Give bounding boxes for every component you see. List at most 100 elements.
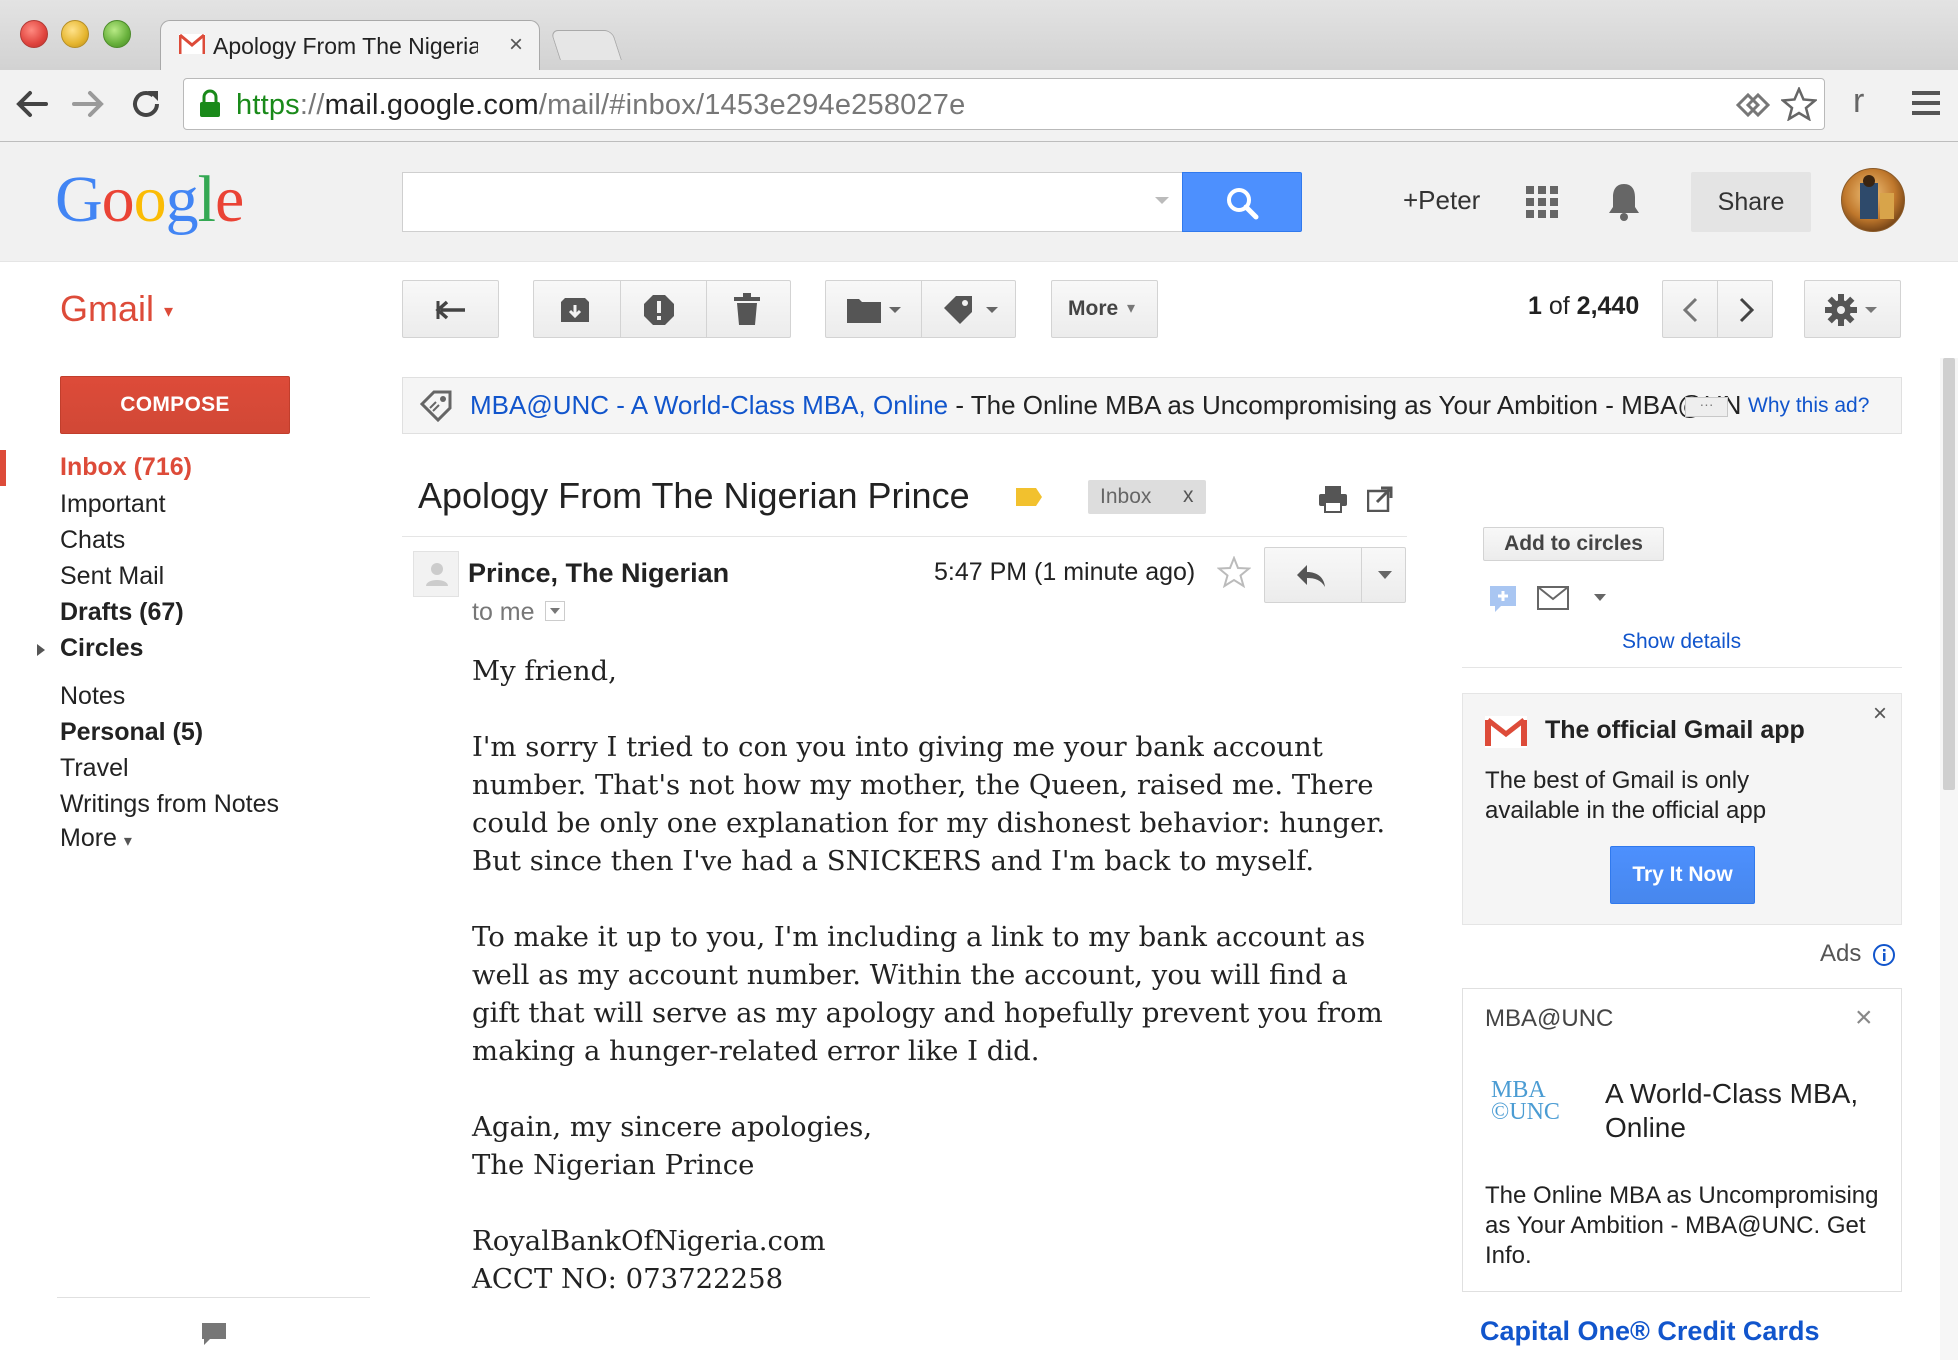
label-chip-text: Inbox [1100, 485, 1152, 508]
gmail-app-promo-card: The official Gmail app The best of Gmail… [1462, 693, 1902, 925]
add-to-circles-button[interactable]: Add to circles [1483, 527, 1664, 561]
bell-icon[interactable] [1606, 181, 1642, 221]
tab-close-icon[interactable]: × [509, 31, 523, 59]
logo-letter: e [215, 163, 244, 236]
why-this-ad-link[interactable]: Why this ad? [1748, 394, 1869, 418]
body-closing: Again, my sincere apologies, The Nigeria… [472, 1108, 1392, 1184]
open-new-window-icon[interactable] [1367, 486, 1393, 512]
browser-toolbar: https://mail.google.com/mail/#inbox/1453… [0, 70, 1958, 142]
info-icon[interactable] [1872, 943, 1896, 967]
add-contact-icon[interactable] [1489, 585, 1519, 613]
print-icon[interactable] [1318, 485, 1348, 513]
body-line: gift that will serve as my apology and h… [472, 997, 1383, 1029]
sender-avatar[interactable] [413, 551, 459, 597]
nav-item-drafts[interactable]: Drafts (67) [60, 598, 184, 627]
logo-letter: o [133, 163, 167, 236]
label-remove-icon[interactable]: x [1183, 484, 1194, 508]
next-ad-title-link[interactable]: Capital One® Credit Cards [1480, 1316, 1819, 1347]
nav-item-travel[interactable]: Travel [60, 754, 129, 783]
importance-marker-icon[interactable] [1014, 486, 1044, 508]
ad-expand-button[interactable]: ··· [1685, 397, 1728, 417]
ad-banner[interactable]: MBA@UNC - A World-Class MBA, Online - Th… [402, 377, 1902, 434]
folder-icon[interactable] [847, 297, 903, 323]
ad-banner-link[interactable]: MBA@UNC - A World-Class MBA, Online [470, 390, 948, 420]
label-icon[interactable] [942, 294, 1002, 326]
trash-icon[interactable] [734, 293, 760, 325]
nav-item-circles[interactable]: Circles [60, 634, 143, 663]
show-details-link[interactable]: Show details [1622, 630, 1741, 654]
nav-item-inbox[interactable]: Inbox (716) [60, 453, 192, 482]
archive-icon[interactable] [559, 296, 591, 324]
extension-r-icon[interactable]: r [1853, 82, 1864, 121]
sender-name[interactable]: Prince, The Nigerian [468, 558, 729, 589]
bookmark-star-icon[interactable] [1781, 87, 1817, 121]
ad-logo-line: ©UNC [1491, 1099, 1560, 1125]
label-chip[interactable]: Inbox x [1088, 480, 1206, 514]
window-maximize-button[interactable] [103, 20, 131, 48]
count-total: 2,440 [1576, 292, 1640, 320]
chat-icon[interactable] [200, 1321, 228, 1347]
app-promo-title: The official Gmail app [1545, 716, 1805, 744]
search-button[interactable] [1182, 172, 1302, 232]
recipient-line: to me [472, 598, 566, 627]
nav-item-writings-from-notes[interactable]: Writings from Notes [60, 790, 279, 819]
nav-item-more[interactable]: More ▾ [60, 824, 132, 853]
search-input[interactable] [402, 172, 1182, 232]
ad-banner-text: MBA@UNC - A World-Class MBA, Online - Th… [470, 390, 1740, 421]
nav-item-sent-mail[interactable]: Sent Mail [60, 562, 164, 591]
report-spam-icon[interactable] [643, 294, 675, 326]
gmail-app-menu[interactable]: Gmail ▾ [60, 288, 173, 330]
window-close-button[interactable] [20, 20, 48, 48]
settings-button[interactable] [1804, 280, 1901, 338]
older-chevron-right-icon[interactable] [1736, 297, 1756, 323]
window-minimize-button[interactable] [61, 20, 89, 48]
star-icon[interactable] [1217, 556, 1251, 588]
back-arrow-icon [435, 299, 467, 321]
nav-divider [57, 1297, 370, 1298]
nav-item-personal[interactable]: Personal (5) [60, 718, 203, 747]
menu-icon[interactable] [1912, 88, 1940, 118]
url-separator: :// [299, 89, 325, 121]
body-line: I'm sorry I tried to con you into giving… [472, 731, 1323, 763]
search-options-chevron-icon[interactable] [1154, 196, 1170, 206]
url-path: /mail/#inbox/1453e294e258027e [538, 89, 966, 121]
google-logo[interactable]: Google [55, 162, 244, 238]
apps-grid-icon[interactable] [1526, 186, 1558, 218]
nav-item-important[interactable]: Important [60, 490, 166, 519]
body-line: well as my account number. Within the ac… [472, 959, 1348, 991]
back-arrow-icon[interactable] [14, 88, 50, 120]
share-button[interactable]: Share [1691, 172, 1811, 232]
chevron-down-icon[interactable] [1593, 593, 1607, 603]
body-paragraph: I'm sorry I tried to con you into giving… [472, 728, 1392, 880]
new-tab-button[interactable] [550, 30, 622, 60]
reply-options-chevron-icon[interactable] [1377, 570, 1393, 580]
move-label-group [825, 280, 1016, 338]
scrollbar-thumb[interactable] [1943, 358, 1955, 790]
gmail-logo-icon [1485, 716, 1527, 748]
close-icon[interactable]: × [1873, 700, 1887, 728]
expand-triangle-icon[interactable] [36, 643, 46, 657]
recipient-details-chevron-icon[interactable] [545, 601, 566, 622]
logo-letter: g [165, 163, 199, 236]
ad-headline: A World-Class MBA, Online [1605, 1078, 1859, 1143]
close-icon[interactable]: × [1855, 1001, 1873, 1035]
forward-arrow-icon[interactable] [70, 88, 106, 120]
extension-diamond-icon[interactable] [1736, 91, 1770, 119]
body-line: could be only one explanation for my dis… [472, 807, 1386, 839]
address-bar[interactable]: https://mail.google.com/mail/#inbox/1453… [183, 78, 1825, 130]
email-envelope-icon[interactable] [1537, 586, 1569, 610]
avatar[interactable] [1841, 168, 1905, 232]
newer-chevron-left-icon[interactable] [1681, 297, 1701, 323]
user-profile-link[interactable]: +Peter [1403, 185, 1480, 216]
compose-button[interactable]: COMPOSE [60, 376, 290, 434]
sidebar-ad-card[interactable]: MBA@UNC × MBA ©UNC A World-Class MBA, Onl… [1462, 988, 1902, 1292]
more-actions-button[interactable]: More ▾ [1051, 280, 1158, 338]
back-to-inbox-button[interactable] [402, 280, 499, 338]
gmail-app-label: Gmail [60, 288, 155, 329]
browser-tab[interactable]: Apology From The Nigerian Prince × [160, 20, 540, 70]
try-it-now-button[interactable]: Try It Now [1610, 846, 1755, 904]
nav-item-chats[interactable]: Chats [60, 526, 125, 555]
reload-icon[interactable] [128, 86, 164, 122]
nav-item-notes[interactable]: Notes [60, 682, 125, 711]
reply-icon[interactable] [1295, 563, 1327, 589]
